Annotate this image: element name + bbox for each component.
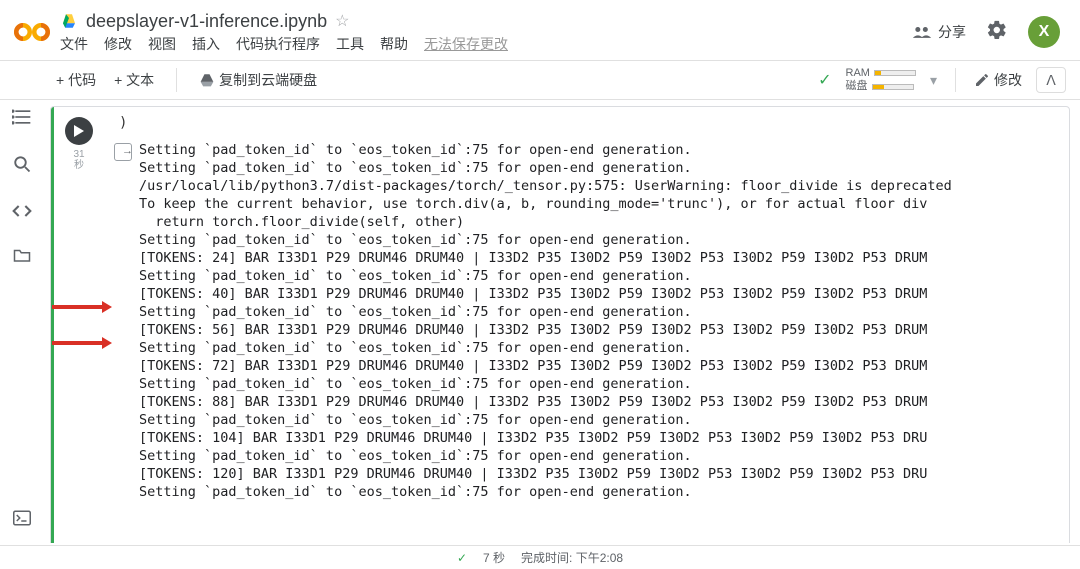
drive-small-icon — [199, 73, 215, 87]
colab-logo[interactable] — [12, 12, 52, 52]
separator2 — [955, 68, 956, 92]
ram-label: RAM — [846, 67, 870, 80]
menu-view[interactable]: 视图 — [148, 34, 176, 54]
star-icon[interactable]: ☆ — [335, 11, 349, 31]
output-section: Setting `pad_token_id` to `eos_token_id`… — [107, 133, 1069, 501]
drive-icon — [60, 12, 78, 30]
menu-file[interactable]: 文件 — [60, 34, 88, 54]
copy-to-drive-label: 复制到云端硬盘 — [219, 70, 317, 90]
avatar[interactable]: X — [1028, 16, 1060, 48]
cell-gutter: 31秒 — [51, 107, 107, 543]
toolbar: + 代码 + 文本 复制到云端硬盘 ✓ RAM 磁盘 ▾ 修改 ᐱ — [0, 60, 1080, 100]
menu-runtime[interactable]: 代码执行程序 — [236, 34, 320, 54]
resource-indicator[interactable]: RAM 磁盘 — [846, 67, 916, 93]
gear-icon[interactable] — [986, 19, 1008, 46]
status-runtime: 7 秒 — [483, 549, 505, 566]
status-check-icon: ✓ — [457, 551, 467, 565]
share-icon — [912, 25, 932, 39]
menubar: 文件 修改 视图 插入 代码执行程序 工具 帮助 无法保存更改 — [60, 34, 912, 54]
notebook-main: 31秒 ) Setting `pad_token_id` to `eos_tok… — [44, 100, 1076, 543]
folder-icon[interactable] — [13, 247, 31, 268]
separator — [176, 68, 177, 92]
menu-help[interactable]: 帮助 — [380, 34, 408, 54]
menu-insert[interactable]: 插入 — [192, 34, 220, 54]
connected-check-icon: ✓ — [818, 70, 831, 90]
run-button[interactable] — [65, 117, 93, 145]
add-code-button[interactable]: + 代码 — [56, 70, 96, 90]
pencil-icon — [974, 72, 990, 88]
disk-label: 磁盘 — [846, 80, 868, 93]
code-area[interactable]: ) — [107, 107, 1069, 133]
edit-mode-button[interactable]: 修改 — [974, 70, 1022, 90]
share-label: 分享 — [938, 22, 966, 42]
search-icon[interactable] — [13, 155, 31, 178]
left-rail — [0, 100, 44, 543]
status-bar: ✓ 7 秒 完成时间: 下午2:08 — [0, 545, 1080, 569]
status-completed: 完成时间: 下午2:08 — [521, 549, 623, 566]
terminal-icon[interactable] — [13, 510, 31, 531]
code-cell[interactable]: 31秒 ) Setting `pad_token_id` to `eos_tok… — [50, 106, 1070, 543]
output-expand-icon[interactable] — [114, 143, 132, 161]
header: deepslayer-v1-inference.ipynb ☆ 文件 修改 视图… — [0, 0, 1080, 60]
menu-save-disabled: 无法保存更改 — [424, 34, 508, 54]
notebook-title[interactable]: deepslayer-v1-inference.ipynb — [86, 11, 327, 32]
code-snippets-icon[interactable] — [12, 202, 32, 223]
resource-dropdown-icon[interactable]: ▾ — [930, 72, 937, 89]
add-text-button[interactable]: + 文本 — [114, 70, 154, 90]
avatar-letter: X — [1039, 23, 1050, 41]
title-area: deepslayer-v1-inference.ipynb ☆ 文件 修改 视图… — [60, 11, 912, 54]
menu-tools[interactable]: 工具 — [336, 34, 364, 54]
output-gutter[interactable] — [107, 141, 139, 501]
share-button[interactable]: 分享 — [912, 22, 966, 42]
copy-to-drive-button[interactable]: 复制到云端硬盘 — [199, 70, 317, 90]
edit-label: 修改 — [994, 70, 1022, 90]
ram-bar — [874, 70, 916, 76]
toc-icon[interactable] — [12, 108, 32, 131]
exec-time: 31秒 — [73, 149, 84, 171]
output-text[interactable]: Setting `pad_token_id` to `eos_token_id`… — [139, 141, 1069, 501]
chevron-up-button[interactable]: ᐱ — [1036, 67, 1066, 93]
disk-bar — [872, 84, 914, 90]
menu-edit[interactable]: 修改 — [104, 34, 132, 54]
